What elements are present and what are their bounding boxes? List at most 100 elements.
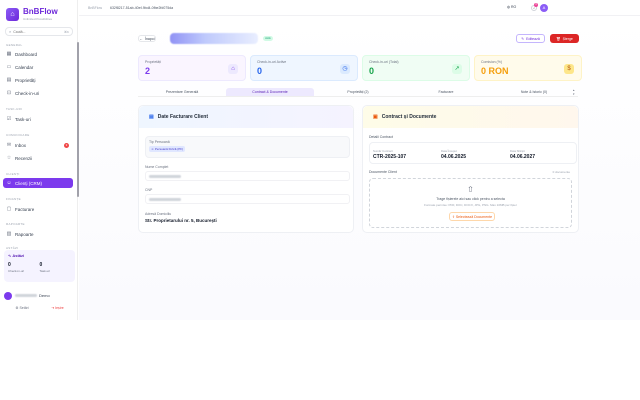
activity-checkin-value: 0 <box>8 262 11 268</box>
search-input[interactable] <box>13 29 64 34</box>
sidebar-item-calendar[interactable]: ▭ Calendar <box>3 62 73 72</box>
sidebar-item-label: Calendar <box>15 64 34 70</box>
sidebar-item-inbox[interactable]: ✉ Inbox 3 <box>3 140 73 150</box>
sidebar-item-reports[interactable]: ▥ Rapoarte <box>3 229 73 239</box>
breadcrumb[interactable]: BnBFlow <box>88 6 102 10</box>
trash-icon: 🗑 <box>556 36 561 41</box>
sidebar-item-label: Task-uri <box>15 116 31 122</box>
delete-label: Șterge <box>562 36 573 41</box>
activity-title: Astăzi <box>12 253 25 258</box>
grid-icon: ▦ <box>6 51 12 57</box>
sidebar-item-checkin[interactable]: ⊡ Check-in-uri <box>3 88 73 98</box>
settings-button[interactable]: ⚙ Setări <box>15 306 28 310</box>
upload-icon: ⇧ <box>467 185 474 194</box>
tab-overview[interactable]: Prezentare Generală <box>138 88 226 96</box>
stat-card-total-checkins: Check-in-uri (Total) 0 ↗ <box>362 55 470 81</box>
tab-invoicing[interactable]: Facturare <box>402 88 490 96</box>
activity-tasks-value: 0 <box>39 262 43 268</box>
stat-value: 2 <box>145 66 151 76</box>
contract-end: Data Sfârșit 04.06.2027 <box>510 149 535 160</box>
search-box[interactable]: ⌕ ⌘K <box>5 27 73 36</box>
tab-properties[interactable]: Proprietăți (2) <box>314 88 402 96</box>
edit-button[interactable]: ✎ Editează <box>516 34 545 43</box>
stat-value: 0 <box>257 66 263 76</box>
delete-button[interactable]: 🗑 Șterge <box>550 34 579 43</box>
settings-label: Setări <box>19 306 29 310</box>
home-logo-icon: ⌂ <box>6 7 19 21</box>
arrow-left-icon: ← <box>139 36 143 41</box>
dollar-icon: $ <box>564 64 574 74</box>
chart-icon: ▥ <box>6 231 12 237</box>
stat-label: Check-in-uri (Total) <box>369 60 399 64</box>
sidebar-item-properties[interactable]: ▤ Proprietăți <box>3 75 73 85</box>
contract-number-label: Număr Contract <box>373 149 393 153</box>
cnp-value <box>145 194 350 204</box>
notification-badge: 3 <box>534 3 538 7</box>
nav-section-finance: FINANȚE <box>6 197 21 201</box>
sidebar-item-tasks[interactable]: ☑ Task-uri <box>3 114 73 124</box>
billing-card-title: Date Facturare Client <box>157 114 209 120</box>
invoice-icon: ▢ <box>6 206 12 212</box>
building-icon: ▤ <box>6 77 12 83</box>
blurred-full-name <box>149 174 181 178</box>
stat-value: 0 <box>369 66 375 76</box>
tab-scroll-arrows[interactable]: ▴ ▾ <box>573 88 575 96</box>
status-badge: Activ <box>263 36 273 41</box>
dropzone-text: Trage fișierele aici sau click pentru a … <box>436 197 505 201</box>
star-icon: ☆ <box>6 155 12 161</box>
nav-section-general: GENERAL <box>6 43 23 47</box>
document-dropzone[interactable]: ⇧ Trage fișierele aici sau click pentru … <box>369 178 572 228</box>
blurred-client-name <box>170 33 258 44</box>
contract-start-label: Data Început <box>441 149 457 153</box>
contract-card-header: ▣ Contract și Documente <box>363 106 578 128</box>
tab-bar: Prezentare Generală Contract & Documente… <box>138 88 578 97</box>
logout-label: Ieșire <box>55 306 64 310</box>
person-type-value: Persoană Fizică (PF) <box>154 147 184 151</box>
user-avatar[interactable]: A <box>540 4 548 12</box>
sidebar-item-label: Facturare <box>15 206 35 212</box>
nav-section-reports: RAPOARTE <box>6 222 25 226</box>
cnp-field: CNP <box>145 188 350 204</box>
address-value: Str. Proprietarului nr. 5, București <box>145 218 217 223</box>
contract-details-label: Detalii Contract <box>369 135 393 139</box>
sidebar-item-label: Recenzii <box>15 155 33 161</box>
stat-label: Proprietăți <box>145 60 161 64</box>
language-label: RO <box>511 5 517 9</box>
inbox-count-badge: 3 <box>64 142 69 148</box>
sidebar-item-invoices[interactable]: ▢ Facturare <box>3 204 73 214</box>
pencil-icon: ✎ <box>521 36 525 41</box>
avatar <box>4 291 12 300</box>
sidebar-item-reviews[interactable]: ☆ Recenzii <box>3 153 73 163</box>
calendar-icon: ▭ <box>6 64 12 70</box>
sidebar: ⌂ BnBFlow Unlimited Possibilities ⌕ ⌘K G… <box>0 0 78 320</box>
sidebar-item-label: Clienți (CRM) <box>15 180 42 186</box>
cnp-label: CNP <box>145 188 153 192</box>
edit-label: Editează <box>526 36 540 41</box>
sidebar-item-label: Check-in-uri <box>15 90 40 96</box>
person-type-chip: ☺ Persoană Fizică (PF) <box>149 146 186 152</box>
contract-card-title: Contract și Documente <box>381 114 437 120</box>
tab-contract-documents[interactable]: Contract & Documente <box>226 88 314 96</box>
brand[interactable]: ⌂ BnBFlow Unlimited Possibilities <box>6 7 58 21</box>
logout-button[interactable]: ⇥ Ieșire <box>51 306 63 310</box>
person-type-field: Tip Persoană ☺ Persoană Fizică (PF) <box>145 136 350 158</box>
stat-card-commission: Comision (%) 0 RON $ <box>474 55 582 81</box>
dropzone-formats: Formate permise: PDF, DOC, DOCX, JPG, PN… <box>424 203 517 207</box>
tab-notes-history[interactable]: Note & Istoric (0) <box>490 88 578 96</box>
user-profile[interactable]: Demo <box>4 289 75 302</box>
blurred-user-name <box>15 294 37 297</box>
topbar: BnBFlow 632f8217-51ab-40ef-9bd4-0fbe2fd0… <box>79 0 640 16</box>
brand-name: BnBFlow <box>23 7 58 16</box>
sidebar-item-dashboard[interactable]: ▦ Dashboard <box>3 49 73 59</box>
full-name-value <box>145 171 350 181</box>
sidebar-item-label: Proprietăți <box>15 77 36 83</box>
blurred-cnp <box>149 197 181 201</box>
contract-card: ▣ Contract și Documente Detalii Contract… <box>362 105 579 233</box>
back-button[interactable]: ← Înapoi <box>138 35 156 42</box>
document-icon: ▤ <box>149 114 154 120</box>
language-switcher[interactable]: ◍ RO <box>507 5 516 9</box>
sidebar-item-label: Inbox <box>15 142 27 148</box>
search-shortcut: ⌘K <box>63 29 69 34</box>
select-documents-button[interactable]: ⇧ Selectează Documente <box>449 212 495 221</box>
sidebar-item-crm[interactable]: ☺ Clienți (CRM) <box>3 178 73 188</box>
